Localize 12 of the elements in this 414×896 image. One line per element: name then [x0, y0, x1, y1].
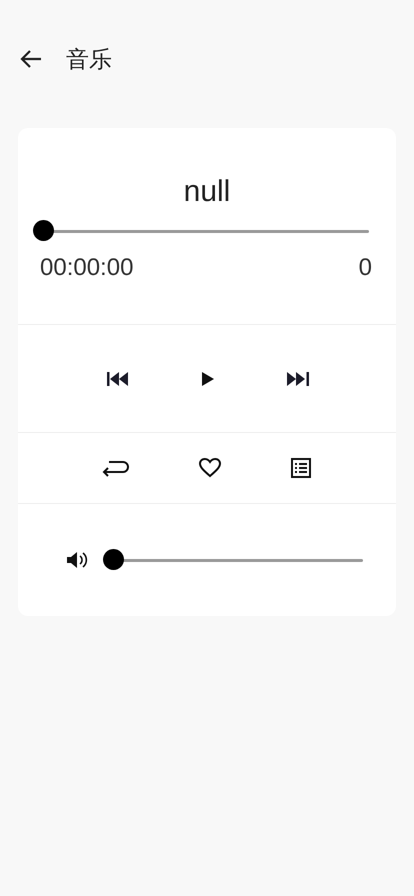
- list-icon[interactable]: [291, 458, 311, 478]
- next-icon[interactable]: [287, 372, 310, 386]
- volume-icon[interactable]: [66, 551, 88, 569]
- elapsed-time: 00:00:00: [40, 254, 134, 282]
- page-title: 音乐: [66, 46, 112, 74]
- heart-icon[interactable]: [199, 458, 221, 478]
- previous-icon[interactable]: [106, 372, 129, 386]
- duration: 0: [358, 254, 372, 282]
- play-icon[interactable]: [202, 372, 214, 386]
- back-icon[interactable]: [20, 50, 42, 68]
- repeat-icon[interactable]: [101, 459, 129, 477]
- song-title: null: [182, 174, 232, 210]
